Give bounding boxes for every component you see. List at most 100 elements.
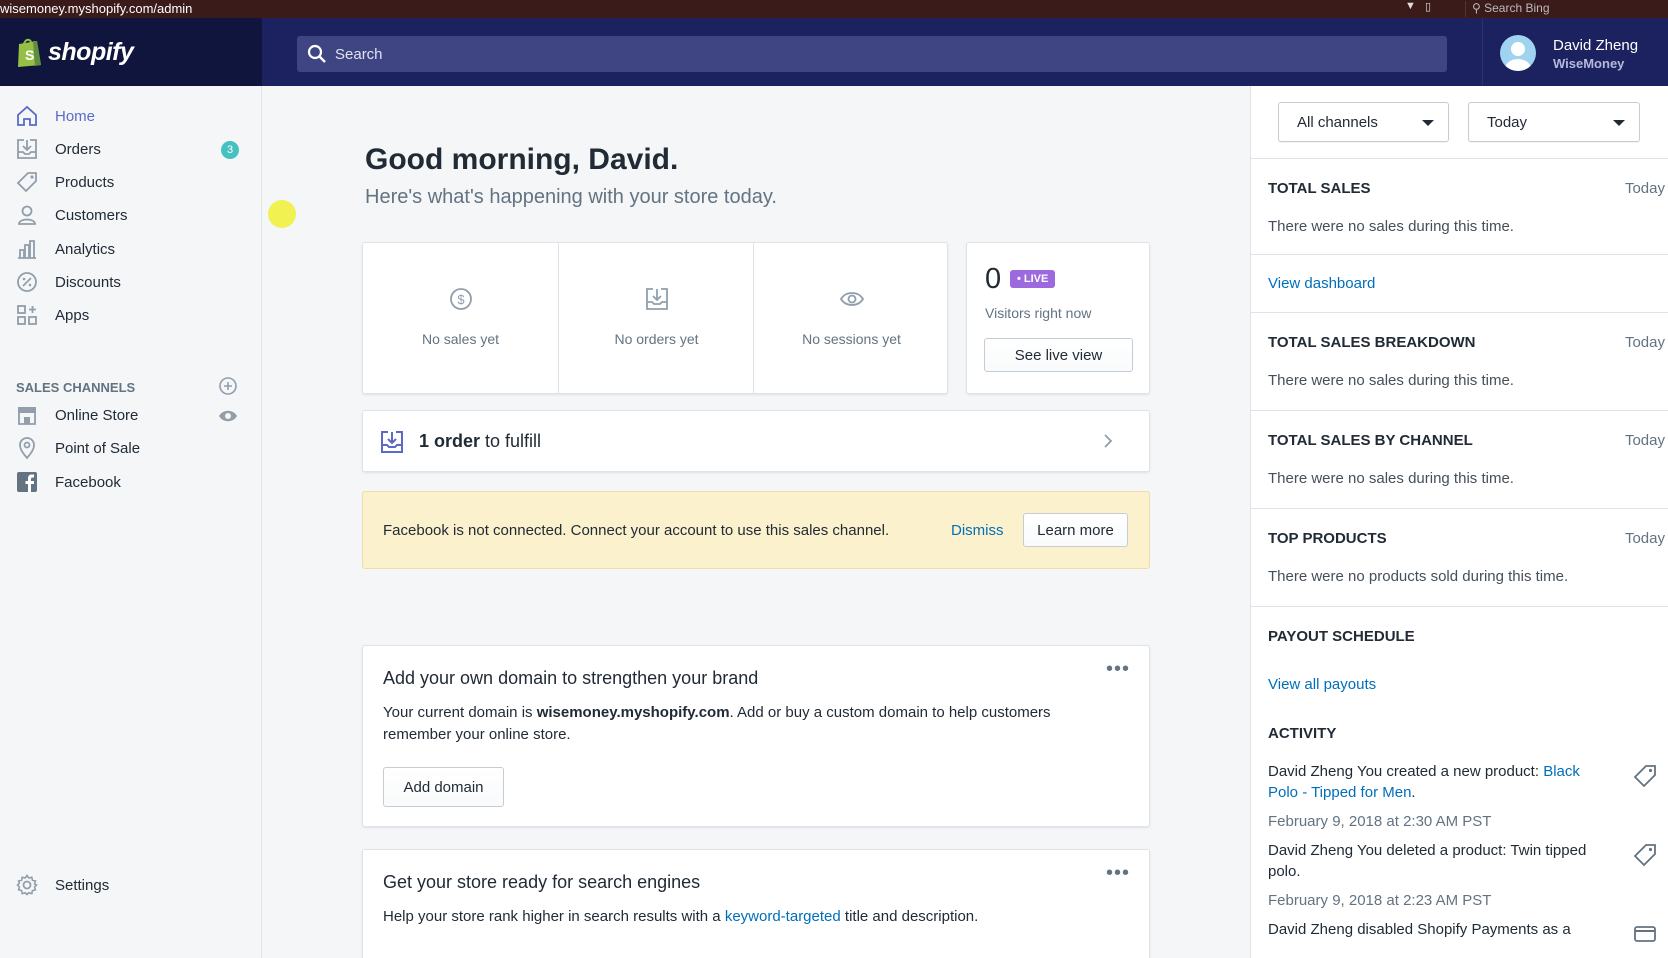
visitors-label: Visitors right now: [985, 305, 1092, 321]
person-icon: [18, 205, 36, 225]
orders-icon: [17, 139, 37, 159]
dropdown-arrow-icon[interactable]: ▼: [1405, 0, 1416, 12]
banner-message: Facebook is not connected. Connect your …: [383, 522, 890, 539]
stat-label: No sessions yet: [802, 331, 901, 347]
fulfill-orders-card[interactable]: 1 order to fulfill: [362, 410, 1150, 472]
sessions-stat[interactable]: No sessions yet: [754, 243, 949, 393]
shopify-bag-icon: S: [18, 38, 41, 67]
sidebar-item-label: Products: [55, 174, 115, 191]
browser-bar: wisemoney.myshopify.com/admin ▼ ▯ ⚲ Sear…: [0, 0, 1668, 18]
channel-select[interactable]: All channels: [1278, 102, 1449, 142]
activity-item: David Zheng You created a new product: B…: [1268, 763, 1580, 801]
location-pin-icon: [19, 437, 35, 459]
total-sales-breakdown-section: TOTAL SALES BREAKDOWN Today There were n…: [1251, 312, 1668, 410]
live-badge: • LIVE: [1010, 270, 1056, 288]
seo-card: Get your store ready for search engines …: [362, 849, 1150, 958]
more-options-icon[interactable]: •••: [1106, 658, 1130, 681]
orders-stat[interactable]: No orders yet: [559, 243, 754, 393]
activity-date: February 9, 2018 at 2:23 AM PST: [1268, 892, 1492, 909]
keyword-targeted-link[interactable]: keyword-targeted: [725, 908, 841, 925]
sidebar-item-label: Facebook: [55, 474, 121, 491]
date-select-value: Today: [1487, 114, 1528, 131]
visitor-count: 0: [985, 263, 1002, 295]
page-title: Good morning, David.: [365, 143, 679, 176]
svg-text:S: S: [25, 47, 34, 63]
browser-search-box[interactable]: ⚲ Search Bing: [1465, 1, 1665, 17]
activity-item: David Zheng You deleted a product: Twin …: [1268, 842, 1587, 880]
sidebar-item-label: Analytics: [55, 241, 116, 258]
bar-chart-icon: [18, 240, 36, 259]
domain-card: Add your own domain to strengthen your b…: [362, 645, 1150, 827]
divider: [1482, 18, 1483, 86]
tag-icon: [1633, 844, 1656, 867]
fulfill-text: 1 order to fulfill: [419, 431, 542, 451]
more-options-icon[interactable]: •••: [1106, 862, 1130, 885]
sales-stat[interactable]: $ No sales yet: [363, 243, 558, 393]
sidebar-item-online-store[interactable]: Online Store: [0, 400, 262, 432]
live-visitors-card: 0 • LIVE Visitors right now See live vie…: [966, 242, 1150, 394]
user-avatar-icon: [1505, 42, 1531, 71]
sidebar-item-orders[interactable]: Orders 3: [0, 134, 262, 166]
facebook-warning-banner: Facebook is not connected. Connect your …: [362, 491, 1150, 569]
dollar-icon: $: [449, 288, 472, 310]
sidebar-item-products[interactable]: Products: [0, 167, 262, 199]
store-name: WiseMoney: [1553, 56, 1625, 71]
stat-label: No orders yet: [614, 331, 699, 347]
search-bar[interactable]: [297, 36, 1447, 72]
top-products-section: TOP PRODUCTS Today There were no product…: [1251, 508, 1668, 606]
logo-area[interactable]: S shopify: [0, 18, 262, 86]
sidebar-item-settings[interactable]: Settings: [0, 870, 262, 902]
section-text: There were no sales during this time.: [1268, 218, 1514, 235]
date-range-select[interactable]: Today: [1468, 102, 1640, 142]
sidebar-item-label: Apps: [55, 307, 90, 324]
section-title: TOTAL SALES BY CHANNEL: [1268, 432, 1473, 449]
caret-down-icon: [1613, 120, 1625, 126]
view-dashboard-section: View dashboard: [1251, 254, 1668, 312]
sidebar-item-facebook[interactable]: Facebook: [0, 467, 262, 499]
gear-icon: [16, 874, 38, 896]
chevron-right-icon: [1104, 434, 1113, 448]
section-title: PAYOUT SCHEDULE: [1268, 628, 1415, 645]
payment-card-icon: [1634, 926, 1656, 942]
view-store-eye-icon[interactable]: [218, 408, 238, 424]
view-dashboard-link[interactable]: View dashboard: [1268, 275, 1375, 292]
sidebar-item-analytics[interactable]: Analytics: [0, 234, 262, 266]
card-description: Help your store rank higher in search re…: [383, 908, 979, 925]
avatar[interactable]: [1500, 35, 1536, 71]
discount-icon: [17, 272, 37, 292]
cursor-highlight: [268, 200, 296, 228]
see-live-view-button[interactable]: See live view: [984, 338, 1133, 372]
logo-text: shopify: [48, 38, 134, 66]
facebook-icon: [17, 472, 37, 492]
section-title: TOTAL SALES BREAKDOWN: [1268, 334, 1476, 351]
sidebar-item-customers[interactable]: Customers: [0, 200, 262, 232]
bookmark-icon[interactable]: ▯: [1425, 0, 1431, 13]
view-all-payouts-link[interactable]: View all payouts: [1268, 676, 1376, 693]
orders-icon: [381, 431, 403, 453]
learn-more-button[interactable]: Learn more: [1023, 513, 1128, 547]
section-range: Today: [1624, 334, 1665, 351]
search-input[interactable]: [335, 36, 1435, 72]
tag-icon: [1633, 765, 1656, 788]
sidebar-item-apps[interactable]: Apps: [0, 300, 262, 332]
address-bar[interactable]: wisemoney.myshopify.com/admin: [0, 1, 192, 16]
section-range: Today: [1624, 530, 1665, 547]
sidebar-item-label: Home: [55, 108, 96, 125]
user-name[interactable]: David Zheng: [1553, 37, 1638, 54]
svg-text:$: $: [457, 292, 465, 307]
card-description: Your current domain is wisemoney.myshopi…: [383, 704, 1051, 743]
top-bar: S shopify David Zheng WiseMoney: [0, 18, 1668, 86]
search-icon: [307, 44, 326, 63]
section-range: Today: [1624, 432, 1665, 449]
sidebar-item-home[interactable]: Home: [0, 101, 262, 133]
right-panel: All channels Today TOTAL SALES Today The…: [1250, 86, 1668, 958]
sidebar-item-point-of-sale[interactable]: Point of Sale: [0, 433, 262, 465]
section-title: ACTIVITY: [1268, 725, 1337, 742]
add-domain-button[interactable]: Add domain: [383, 767, 504, 807]
sidebar-item-label: Point of Sale: [55, 440, 141, 457]
dismiss-link[interactable]: Dismiss: [951, 522, 1004, 539]
sidebar-item-discounts[interactable]: Discounts: [0, 267, 262, 299]
sidebar-item-label: Orders: [55, 141, 101, 158]
sidebar-item-label: Online Store: [55, 407, 139, 424]
add-channel-icon[interactable]: [218, 376, 238, 396]
